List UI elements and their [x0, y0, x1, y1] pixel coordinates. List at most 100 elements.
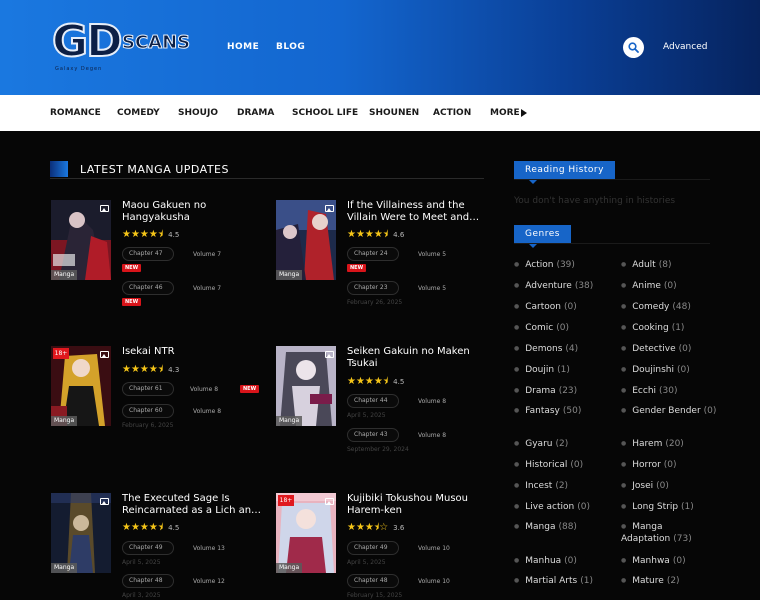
genre-link-manhwa[interactable]: ● Manhwa (0) [621, 555, 717, 567]
genre-count: (0) [672, 556, 686, 566]
genre-nav-romance[interactable]: ROMANCE [50, 108, 101, 118]
type-label: Manga [51, 563, 78, 573]
genre-link-detective[interactable]: ● Detective (0) [621, 343, 717, 355]
genre-link-harem[interactable]: ● Harem (20) [621, 438, 717, 450]
genre-link-drama[interactable]: ● Drama (23) [514, 385, 614, 397]
manga-title[interactable]: Kujibiki Tokushou Musou Harem-ken [347, 493, 489, 517]
reading-history-heading: Reading History [514, 161, 615, 184]
genre-nav-action[interactable]: ACTION [433, 108, 471, 118]
manga-cover[interactable]: Manga [51, 493, 111, 573]
manga-cover[interactable]: Manga [51, 200, 111, 280]
chapter-link[interactable]: Chapter 24 [347, 247, 399, 261]
chapter-link[interactable]: Chapter 49 [347, 541, 399, 555]
rating-value: 4.5 [168, 231, 180, 239]
volume-label: Volume 5 [418, 251, 447, 258]
genre-link-manga[interactable]: ● Manga (88) [514, 521, 614, 533]
genre-nav-shoujo[interactable]: SHOUJO [178, 108, 218, 118]
manga-cover[interactable]: 18+ Manga [51, 346, 111, 426]
volume-label: Volume 13 [193, 545, 225, 552]
genre-name: Live action [525, 502, 575, 512]
genres-heading: Genres [514, 225, 571, 248]
genre-name: Comic [525, 323, 554, 333]
manga-cover[interactable]: Manga [276, 200, 336, 280]
genre-link-comedy[interactable]: ● Comedy (48) [621, 301, 717, 313]
genre-name: Cooking [632, 323, 669, 333]
genre-link-ecchi[interactable]: ● Ecchi (30) [621, 385, 717, 397]
genre-link-josei[interactable]: ● Josei (0) [621, 480, 717, 492]
logo-sub: SCANS [121, 32, 191, 54]
genre-link-action[interactable]: ● Action (39) [514, 259, 614, 271]
bullet-icon: ● [514, 523, 520, 530]
manga-title[interactable]: The Executed Sage Is Reincarnated as a L… [122, 493, 264, 517]
genre-link-gyaru[interactable]: ● Gyaru (2) [514, 438, 614, 450]
rating-value: 4.6 [393, 231, 405, 239]
genre-link-fantasy[interactable]: ● Fantasy (50) [514, 405, 614, 417]
genre-link-adult[interactable]: ● Adult (8) [621, 259, 717, 271]
advanced-search-link[interactable]: Advanced [663, 42, 707, 52]
bullet-icon: ● [621, 461, 627, 468]
genre-nav-drama[interactable]: DRAMA [237, 108, 274, 118]
genre-link-cartoon[interactable]: ● Cartoon (0) [514, 301, 614, 313]
chapter-link[interactable]: Chapter 48 [347, 574, 399, 588]
genre-link-cooking[interactable]: ● Cooking (1) [621, 322, 717, 334]
bullet-icon: ● [621, 557, 627, 564]
section-divider [50, 178, 484, 179]
genre-link-historical[interactable]: ● Historical (0) [514, 459, 614, 471]
volume-label: Volume 5 [418, 285, 447, 292]
manga-title[interactable]: If the Villainess and the Villain Were t… [347, 200, 489, 224]
genre-link-manga-adaptation[interactable]: ● Manga Adaptation (73) [621, 521, 717, 545]
genre-nav-comedy[interactable]: COMEDY [117, 108, 160, 118]
bullet-icon: ● [514, 503, 520, 510]
genre-name: Action [525, 260, 554, 270]
section-accent [50, 161, 68, 177]
genre-link-live-action[interactable]: ● Live action (0) [514, 501, 614, 513]
genre-link-doujin[interactable]: ● Doujin (1) [514, 364, 614, 376]
genre-name: Mature [632, 576, 664, 586]
bullet-icon: ● [621, 261, 627, 268]
manga-title[interactable]: Isekai NTR [122, 346, 264, 358]
chapter-link[interactable]: Chapter 23 [347, 281, 399, 295]
chapter-link[interactable]: Chapter 61 [122, 382, 174, 396]
genre-link-martial-arts[interactable]: ● Martial Arts (1) [514, 575, 614, 587]
manga-title[interactable]: Maou Gakuen no Hangyakusha [122, 200, 264, 224]
chapter-link[interactable]: Chapter 43 [347, 428, 399, 442]
chapter-link[interactable]: Chapter 46 [122, 281, 174, 295]
genre-nav-shounen[interactable]: SHOUNEN [369, 108, 419, 118]
chapter-link[interactable]: Chapter 48 [122, 574, 174, 588]
genre-link-demons[interactable]: ● Demons (4) [514, 343, 614, 355]
bullet-icon: ● [621, 303, 627, 310]
nav-blog-link[interactable]: BLOG [276, 42, 305, 52]
genre-link-horror[interactable]: ● Horror (0) [621, 459, 717, 471]
manga-cover[interactable]: 18+ Manga [276, 493, 336, 573]
manga-cover[interactable]: Manga [276, 346, 336, 426]
genre-name: Manhwa [632, 556, 670, 566]
adult-badge: 18+ [278, 495, 294, 506]
genre-link-comic[interactable]: ● Comic (0) [514, 322, 614, 334]
site-logo[interactable]: GD SCANS Galaxy Degen [51, 15, 191, 74]
search-icon [628, 42, 639, 53]
genre-link-mature[interactable]: ● Mature (2) [621, 575, 717, 587]
genre-nav-school-life[interactable]: SCHOOL LIFE [292, 108, 358, 118]
genre-name: Drama [525, 386, 556, 396]
search-button[interactable] [623, 37, 644, 58]
cover-art [51, 493, 111, 573]
genre-link-long-strip[interactable]: ● Long Strip (1) [621, 501, 717, 513]
genre-link-incest[interactable]: ● Incest (2) [514, 480, 614, 492]
chapter-link[interactable]: Chapter 49 [122, 541, 174, 555]
nav-home-link[interactable]: HOME [227, 42, 259, 52]
genre-link-manhua[interactable]: ● Manhua (0) [514, 555, 614, 567]
image-icon [325, 498, 334, 505]
genre-name: Doujinshi [632, 365, 674, 375]
genre-nav-more[interactable]: MORE [490, 108, 520, 118]
genre-link-gender-bender[interactable]: ● Gender Bender (0) [621, 405, 717, 417]
manga-title[interactable]: Seiken Gakuin no Maken Tsukai [347, 346, 489, 370]
genre-link-anime[interactable]: ● Anime (0) [621, 280, 717, 292]
chapter-link[interactable]: Chapter 60 [122, 404, 174, 418]
chapter-link[interactable]: Chapter 44 [347, 394, 399, 408]
chapter-link[interactable]: Chapter 47 [122, 247, 174, 261]
genre-name: Adult [632, 260, 656, 270]
volume-label: Volume 10 [418, 578, 450, 585]
genre-link-doujinshi[interactable]: ● Doujinshi (0) [621, 364, 717, 376]
volume-label: Volume 8 [190, 386, 219, 393]
genre-link-adventure[interactable]: ● Adventure (38) [514, 280, 614, 292]
